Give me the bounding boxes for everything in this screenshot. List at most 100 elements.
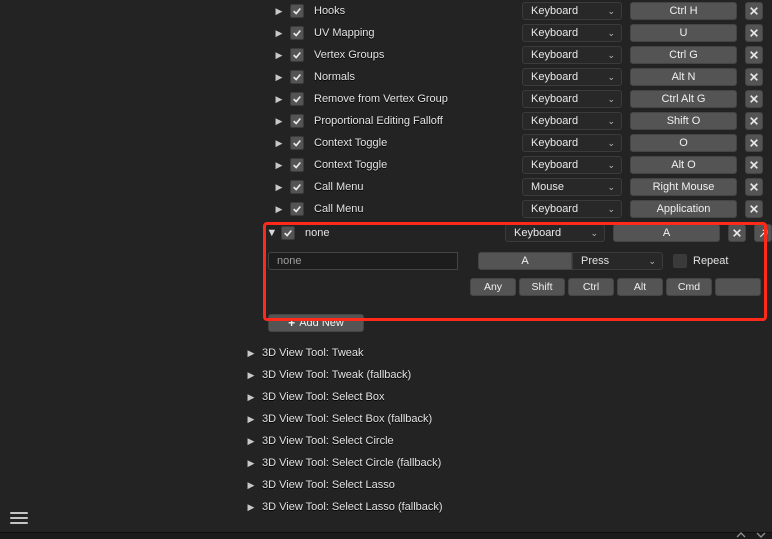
map-type-value: Keyboard <box>531 203 578 215</box>
expand-caret[interactable]: ▶ <box>272 116 286 127</box>
map-type-dropdown[interactable]: Keyboard⌄ <box>522 134 622 152</box>
map-type-dropdown[interactable]: Keyboard⌄ <box>522 46 622 64</box>
event-type-dropdown[interactable]: Press ⌄ <box>572 252 663 270</box>
key-value: A <box>521 255 528 267</box>
expand-caret[interactable]: ▶ <box>272 138 286 149</box>
tree-item-label[interactable]: 3D View Tool: Tweak <box>262 347 364 359</box>
shortcut-field[interactable]: Ctrl H <box>630 2 737 20</box>
enable-checkbox[interactable] <box>290 136 304 150</box>
map-type-dropdown[interactable]: Keyboard⌄ <box>522 156 622 174</box>
remove-button[interactable] <box>745 156 763 174</box>
map-type-dropdown[interactable]: Keyboard⌄ <box>522 90 622 108</box>
enable-checkbox[interactable] <box>290 158 304 172</box>
tree-item-label[interactable]: 3D View Tool: Select Box <box>262 391 385 403</box>
remove-button[interactable] <box>745 178 763 196</box>
shortcut-field[interactable]: Shift O <box>630 112 737 130</box>
tree-item-label[interactable]: 3D View Tool: Select Lasso (fallback) <box>262 501 443 513</box>
shortcut-value: Right Mouse <box>653 181 715 193</box>
map-type-dropdown[interactable]: Mouse ⌄ <box>522 178 622 196</box>
chevron-down-icon: ⌄ <box>607 50 615 61</box>
map-type-dropdown[interactable]: Keyboard ⌄ <box>505 224 605 242</box>
tree-expand-caret[interactable]: ▶ <box>244 414 258 425</box>
tree-item-label[interactable]: 3D View Tool: Select Circle (fallback) <box>262 457 441 469</box>
tree-expand-caret[interactable]: ▶ <box>244 370 258 381</box>
enable-checkbox[interactable] <box>290 202 304 216</box>
expand-caret[interactable]: ▶ <box>272 160 286 171</box>
enable-checkbox[interactable] <box>290 180 304 194</box>
key-field[interactable]: A <box>478 252 572 270</box>
expand-caret[interactable]: ▶ <box>272 182 286 193</box>
remove-button[interactable] <box>745 2 763 20</box>
modifier-extra-button[interactable] <box>715 278 761 296</box>
tree-expand-caret[interactable]: ▶ <box>244 392 258 403</box>
tree-item-label[interactable]: 3D View Tool: Select Lasso <box>262 479 395 491</box>
tree-expand-caret[interactable]: ▶ <box>244 436 258 447</box>
operator-id-input[interactable]: none <box>268 252 458 270</box>
keymap-item-label: Context Toggle <box>314 137 518 149</box>
shortcut-field[interactable]: Alt O <box>630 156 737 174</box>
remove-button[interactable] <box>745 24 763 42</box>
expand-caret[interactable]: ▶ <box>272 204 286 215</box>
enable-checkbox[interactable] <box>290 92 304 106</box>
modifier-alt-button[interactable]: Alt <box>617 278 663 296</box>
modifier-ctrl-button[interactable]: Ctrl <box>568 278 614 296</box>
tree-expand-caret[interactable]: ▶ <box>244 458 258 469</box>
remove-button[interactable] <box>745 134 763 152</box>
chevron-down-icon: ⌄ <box>607 182 615 193</box>
expand-caret[interactable]: ▶ <box>272 28 286 39</box>
modifier-cmd-button[interactable]: Cmd <box>666 278 712 296</box>
remove-button[interactable] <box>745 68 763 86</box>
tree-expand-caret[interactable]: ▶ <box>244 348 258 359</box>
shortcut-field[interactable]: Application <box>630 200 737 218</box>
shortcut-field[interactable]: Alt N <box>630 68 737 86</box>
shortcut-field[interactable]: U <box>630 24 737 42</box>
enable-checkbox[interactable] <box>290 48 304 62</box>
enable-checkbox[interactable] <box>281 226 295 240</box>
map-type-dropdown[interactable]: Keyboard⌄ <box>522 112 622 130</box>
add-new-button[interactable]: + Add New <box>268 314 364 332</box>
enable-checkbox[interactable] <box>290 114 304 128</box>
tree-expand-caret[interactable]: ▶ <box>244 502 258 513</box>
tree-item-label[interactable]: 3D View Tool: Tweak (fallback) <box>262 369 411 381</box>
map-type-value: Keyboard <box>514 227 561 239</box>
shortcut-field[interactable]: O <box>630 134 737 152</box>
map-type-value: Mouse <box>531 181 564 193</box>
expand-caret[interactable]: ▼ <box>266 227 277 239</box>
chevron-down-icon: ⌄ <box>607 72 615 83</box>
map-type-dropdown[interactable]: Keyboard⌄ <box>522 68 622 86</box>
shortcut-field[interactable]: Ctrl G <box>630 46 737 64</box>
modifier-shift-button[interactable]: Shift <box>519 278 565 296</box>
enable-checkbox[interactable] <box>290 26 304 40</box>
shortcut-field[interactable]: Ctrl Alt G <box>630 90 737 108</box>
expand-caret[interactable]: ▶ <box>272 50 286 61</box>
remove-button[interactable] <box>745 200 763 218</box>
repeat-checkbox[interactable] <box>673 254 687 268</box>
map-type-dropdown[interactable]: Keyboard⌄ <box>522 2 622 20</box>
tree-item-label[interactable]: 3D View Tool: Select Box (fallback) <box>262 413 432 425</box>
shortcut-value: A <box>663 227 670 239</box>
hamburger-icon[interactable] <box>10 509 28 527</box>
expand-caret[interactable]: ▶ <box>272 94 286 105</box>
tree-item-label[interactable]: 3D View Tool: Select Circle <box>262 435 394 447</box>
remove-button[interactable] <box>728 224 746 242</box>
enable-checkbox[interactable] <box>290 70 304 84</box>
remove-button[interactable] <box>745 90 763 108</box>
restore-button[interactable] <box>754 224 772 242</box>
modifier-any-button[interactable]: Any <box>470 278 516 296</box>
shortcut-field[interactable]: Right Mouse <box>630 178 737 196</box>
map-type-dropdown[interactable]: Keyboard⌄ <box>522 24 622 42</box>
map-type-dropdown[interactable]: Keyboard⌄ <box>522 200 622 218</box>
remove-button[interactable] <box>745 46 763 64</box>
expand-caret[interactable]: ▶ <box>272 6 286 17</box>
chevron-down-icon: ⌄ <box>607 138 615 149</box>
shortcut-field[interactable]: A <box>613 224 720 242</box>
keymap-item-label: Call Menu <box>314 203 518 215</box>
tree-expand-caret[interactable]: ▶ <box>244 480 258 491</box>
scroll-down-button[interactable] <box>754 532 768 538</box>
enable-checkbox[interactable] <box>290 4 304 18</box>
scroll-up-button[interactable] <box>734 532 748 538</box>
event-type-value: Press <box>581 255 609 267</box>
shortcut-value: Shift O <box>667 115 701 127</box>
expand-caret[interactable]: ▶ <box>272 72 286 83</box>
remove-button[interactable] <box>745 112 763 130</box>
